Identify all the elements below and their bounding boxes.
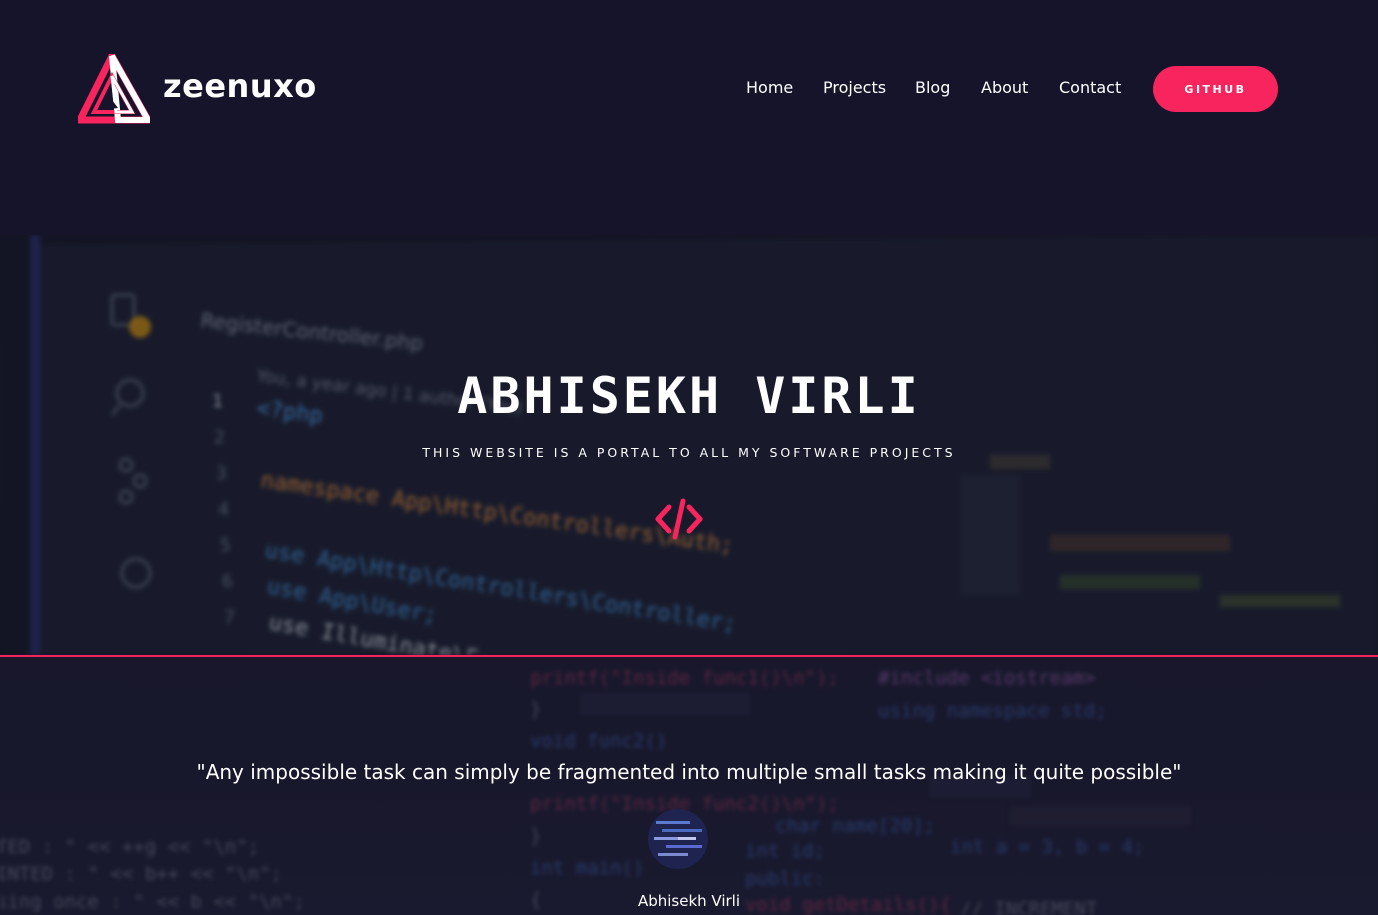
nav-blog[interactable]: Blog (915, 78, 950, 97)
hero-title: ABHISEKH VIRLI (457, 367, 921, 425)
hero-subtitle: THIS WEBSITE IS A PORTAL TO ALL MY SOFTW… (422, 445, 956, 460)
nav-contact[interactable]: Contact (1059, 78, 1121, 97)
brand-name[interactable]: zeenuxo (163, 67, 317, 105)
nav-projects[interactable]: Projects (823, 78, 886, 97)
nav-home[interactable]: Home (746, 78, 793, 97)
github-button[interactable]: GITHUB (1153, 66, 1278, 112)
testimonial-section: TED : " << ++g << "\n"; INTED : " << b++… (0, 657, 1378, 915)
hero-section: RegisterController.php You, a year ago |… (0, 235, 1378, 655)
nav-about[interactable]: About (981, 78, 1028, 97)
code-icon (655, 498, 703, 540)
testimonial-overlay (0, 657, 1378, 915)
testimonial-author: Abhisekh Virli (637, 892, 741, 910)
site-header: zeenuxo Home Projects Blog About Contact… (0, 0, 1378, 235)
testimonial-quote: "Any impossible task can simply be fragm… (196, 760, 1182, 784)
author-avatar (648, 809, 708, 869)
logo-icon[interactable] (78, 54, 150, 124)
